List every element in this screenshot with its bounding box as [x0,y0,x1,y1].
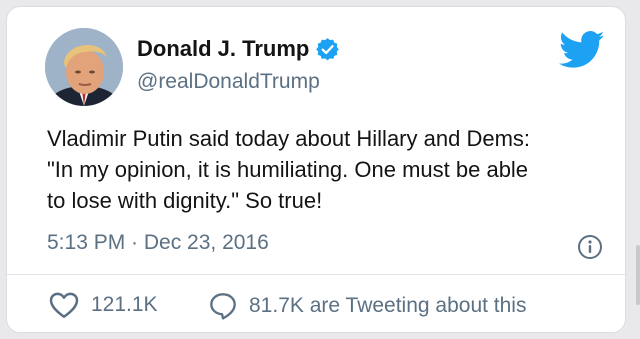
heart-icon [49,292,79,318]
tweet-timestamp[interactable]: 5:13 PM · Dec 23, 2016 [47,231,269,255]
tweeting-about-text: 81.7K are Tweeting about this [249,294,527,317]
avatar[interactable] [45,28,123,106]
divider [7,274,625,275]
author-handle[interactable]: @realDonaldTrump [137,70,320,94]
info-icon[interactable] [577,234,603,260]
verified-badge-icon [316,37,340,61]
author-display-name[interactable]: Donald J. Trump [137,36,340,62]
like-button[interactable]: 121.1K [49,292,158,318]
tweet-card: Donald J. Trump @realDonaldTrump Vladimi… [6,6,626,333]
tweet-text: Vladimir Putin said today about Hillary … [47,126,531,213]
twitter-bird-icon[interactable] [558,30,605,70]
scrollbar[interactable] [636,245,640,305]
speech-bubble-icon [210,293,236,320]
author-name-text[interactable]: Donald J. Trump [137,36,309,62]
tweeting-about-link[interactable]: 81.7K are Tweeting about this [209,292,526,320]
like-count: 121.1K [91,293,158,316]
